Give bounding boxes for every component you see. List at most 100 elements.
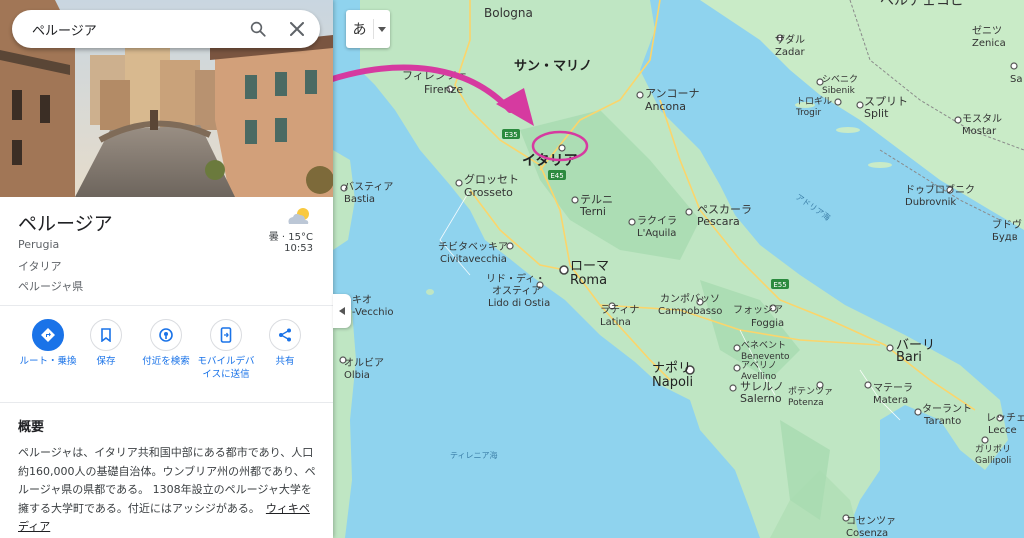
svg-text:Campobasso: Campobasso [658,306,722,317]
svg-text:カンポバッソ: カンポバッソ [660,293,720,305]
svg-text:アンコーナ: アンコーナ [645,87,700,100]
overview-text: ペルージャは、イタリア共和国中部にある都市であり、人口約160,000人の基礎自… [18,444,318,537]
search-input[interactable] [32,21,242,37]
divider [0,305,333,306]
send-to-phone-label: モバイルデバイスに送信 [197,356,255,380]
city-cosenza: コセンツァ Cosenza [842,514,896,538]
svg-text:Potenza: Potenza [788,398,824,408]
overview-heading: 概要 [18,420,45,435]
svg-text:Dubrovnik: Dubrovnik [905,197,956,208]
divider [0,402,333,403]
highway-label: E35 [504,131,517,139]
svg-text:ガリポリ: ガリポリ [975,444,1011,455]
city-zadar: ザダル Zadar [775,33,805,58]
search-nearby-button[interactable]: 付近を検索 [136,319,196,368]
country-label-san-marino: サン・マリノ [514,59,592,74]
collapse-panel-button[interactable] [333,294,351,328]
svg-text:ベネベント: ベネベント [741,340,786,351]
svg-text:Zenica: Zenica [972,38,1006,49]
svg-text:Bologna: Bologna [484,6,533,20]
svg-text:コセンツァ: コセンツァ [846,515,896,527]
chevron-down-icon[interactable] [374,26,390,32]
svg-text:Zadar: Zadar [775,47,805,58]
svg-text:Lecce: Lecce [988,425,1017,436]
save-label: 保存 [96,356,116,367]
svg-text:Terni: Terni [579,205,606,218]
svg-text:Pescara: Pescara [697,215,740,228]
svg-text:Foggia: Foggia [751,318,784,329]
chevron-left-icon [339,307,345,315]
svg-text:ポテンツァ: ポテンツァ [788,386,833,397]
svg-text:Ancona: Ancona [645,100,686,113]
svg-text:バスティア: バスティア [344,181,393,193]
svg-text:L'Aquila: L'Aquila [637,228,676,239]
close-icon[interactable] [285,17,309,41]
sea-label-tyrrhenian: ティレニア海 [450,450,498,460]
directions-button[interactable]: ルート・乗換 [18,319,78,368]
save-button[interactable]: 保存 [76,319,136,368]
language-toggle-label: あ [346,19,374,39]
weather-summary: 曇 · 15°C [268,232,313,243]
nearby-icon [150,319,182,351]
svg-text:レッチェ: レッチェ [986,412,1024,424]
svg-text:Salerno: Salerno [740,392,782,405]
directions-icon [32,319,64,351]
highway-label: E55 [773,281,786,289]
highway-label: E45 [550,172,563,180]
svg-text:Cosenza: Cosenza [846,528,888,538]
svg-text:Sa: Sa [1010,74,1022,85]
city-lido-di-ostia: リド・ディ・ オスティア Lido di Ostia [486,272,550,309]
place-latin-name: Perugia [18,238,60,251]
svg-text:ドゥブロブニク: ドゥブロブニク [905,183,975,196]
language-toggle-button[interactable]: あ [346,10,390,48]
share-button[interactable]: 共有 [255,319,315,368]
svg-text:Mostar: Mostar [962,126,997,137]
svg-text:オスティア: オスティア [492,285,541,297]
svg-text:Roma: Roma [570,273,607,288]
svg-text:Civitavecchia: Civitavecchia [440,254,507,265]
city-perugia-marker [558,144,566,152]
city-bologna: Bologna [484,6,533,20]
svg-text:ゼニツ: ゼニツ [972,25,1002,37]
share-label: 共有 [275,356,295,367]
bookmark-icon [90,319,122,351]
place-details-panel: ペルージア Perugia イタリア ペルージャ県 曇 · 15°C 10:53… [0,0,333,538]
highway-shield-e55: E55 [771,279,789,289]
svg-text:Latina: Latina [600,317,631,328]
svg-text:Gallipoli: Gallipoli [975,456,1011,466]
svg-text:ブドヴ: ブドヴ [992,218,1022,231]
svg-text:Trogir: Trogir [795,108,821,118]
city-budva: ブドヴ Будв [992,218,1022,243]
search-box [12,10,320,48]
city-napoli: ナポリ Napoli [652,361,695,390]
svg-text:キオ: キオ [352,294,372,306]
svg-text:Grosseto: Grosseto [464,186,513,199]
svg-text:ラクイラ: ラクイラ [637,215,677,227]
svg-text:ローマ: ローマ [570,259,609,274]
city-avellino: アベリノ Avellino [733,361,777,382]
place-country: イタリア [18,260,62,273]
weather-widget: 曇 · 15°C 10:53 [243,206,313,254]
country-label-czech: ベルチェコピ [880,0,964,9]
weather-time: 10:53 [284,243,313,254]
highway-shield-e45: E45 [548,170,566,180]
svg-text:ターラント: ターラント [922,403,972,415]
svg-text:リド・ディ・: リド・ディ・ [486,272,545,285]
svg-text:チビタベッキア: チビタベッキア [438,241,508,253]
svg-text:ナポリ: ナポリ [652,361,691,376]
place-province: ペルージャ県 [18,280,84,293]
svg-text:グロッセト: グロッセト [464,172,519,186]
svg-text:Taranto: Taranto [923,416,961,427]
directions-label: ルート・乗換 [19,356,77,367]
svg-text:モスタル: モスタル [962,113,1002,125]
svg-text:Sibenik: Sibenik [822,86,856,96]
svg-text:-Vecchio: -Vecchio [352,307,393,318]
svg-text:Lido di Ostia: Lido di Ostia [488,298,550,309]
svg-text:Firenze: Firenze [424,83,463,96]
city-grosseto: グロッセト Grosseto [455,172,519,199]
svg-text:シベニク: シベニク [822,74,858,85]
send-to-phone-button[interactable]: モバイルデバイスに送信 [196,319,256,381]
send-to-phone-icon [210,319,242,351]
svg-text:Napoli: Napoli [652,375,693,390]
search-icon[interactable] [246,17,270,41]
